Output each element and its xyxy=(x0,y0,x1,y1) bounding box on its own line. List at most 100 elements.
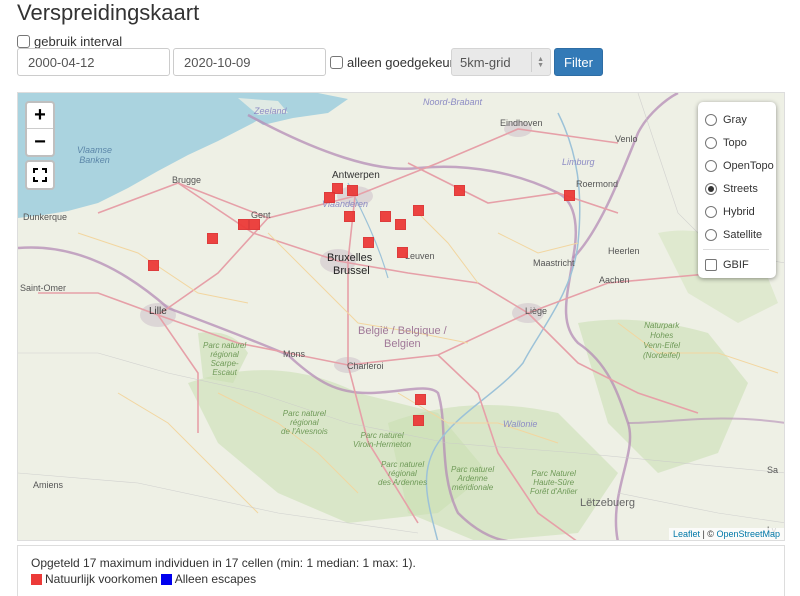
approved-toggle[interactable]: alleen goedgekeurd xyxy=(330,55,461,70)
map-label-aachen: Aachen xyxy=(599,275,630,285)
legend: Natuurlijk voorkomen Alleen escapes xyxy=(31,572,256,586)
layer-radio[interactable] xyxy=(705,228,717,241)
map-label-park-scarpe: Parc naturel régional Scarpe- Escaut xyxy=(203,341,247,377)
map-label-zeeland: Zeeland xyxy=(254,106,287,116)
layer-option-satellite[interactable]: Satellite xyxy=(705,223,776,246)
layer-label: Topo xyxy=(723,136,747,149)
distribution-cell[interactable] xyxy=(453,184,465,196)
distribution-cell[interactable] xyxy=(395,218,406,230)
zoom-control: + − xyxy=(25,101,55,157)
map-label-sa: Sa xyxy=(767,465,779,475)
map-label-antwerpen: Antwerpen xyxy=(332,170,380,181)
zoom-out-button[interactable]: − xyxy=(27,129,53,155)
distribution-cell[interactable] xyxy=(343,211,355,222)
distribution-cell[interactable] xyxy=(396,246,408,258)
layer-radio[interactable] xyxy=(705,136,717,149)
map-label-heerlen: Heerlen xyxy=(608,246,640,256)
map-label-park-ardennes: Parc naturel régional des Ardennes xyxy=(378,460,428,487)
distribution-cell[interactable] xyxy=(413,205,425,217)
overlay-label: GBIF xyxy=(723,258,749,271)
map-label-noord-brabant: Noord-Brabant xyxy=(423,97,483,107)
map-label-vlaamse-banken: Vlaamse Banken xyxy=(77,145,113,165)
legend-natural-label: Natuurlijk voorkomen xyxy=(45,572,158,586)
layer-radio[interactable] xyxy=(705,113,717,126)
grid-select-value: 5km-grid xyxy=(460,54,511,70)
map-label-dunkerque: Dunkerque xyxy=(23,212,68,222)
map-label-park-haute-sure: Parc Naturel Haute-Sûre Forêt d'Anlier xyxy=(530,469,578,496)
layer-label: Gray xyxy=(723,113,747,126)
legend-natural-swatch xyxy=(31,573,42,585)
select-separator xyxy=(531,52,532,72)
map-label-amiens: Amiens xyxy=(33,480,64,490)
legend-escapes-swatch xyxy=(160,573,172,585)
layer-option-hybrid[interactable]: Hybrid xyxy=(705,200,776,223)
attribution-separator: | © xyxy=(699,529,717,539)
map-label-roermond: Roermond xyxy=(576,179,619,189)
interval-checkbox[interactable] xyxy=(17,34,30,48)
page-title: Verspreidingskaart xyxy=(17,0,200,25)
distribution-cell[interactable] xyxy=(413,414,425,426)
date-from-input[interactable]: 2000-04-12 xyxy=(17,48,170,76)
map-label-park-viroin: Parc naturel Viroin-Hermeton xyxy=(353,431,412,449)
leaflet-link[interactable]: Leaflet xyxy=(673,529,700,539)
overlay-option-gbif[interactable]: GBIF xyxy=(705,253,776,276)
overlay-checkbox[interactable] xyxy=(705,258,717,271)
distribution-cell[interactable] xyxy=(238,218,250,230)
layer-option-opentopo[interactable]: OpenTopo xyxy=(705,154,776,177)
layer-label: OpenTopo xyxy=(723,159,774,172)
distribution-cell[interactable] xyxy=(346,184,358,196)
layer-label: Streets xyxy=(723,182,758,195)
zoom-in-button[interactable]: + xyxy=(27,103,53,129)
select-arrows-icon: ▲ ▼ xyxy=(537,56,544,69)
map-label-liege: Liège xyxy=(525,306,548,316)
map-label-saint-omer: Saint-Omer xyxy=(20,283,67,293)
layer-separator xyxy=(703,249,769,250)
distribution-cell[interactable] xyxy=(324,192,336,204)
layer-option-topo[interactable]: Topo xyxy=(705,131,776,154)
layer-option-gray[interactable]: Gray xyxy=(705,108,776,131)
map-label-bruxelles: Bruxelles xyxy=(327,252,373,264)
map[interactable]: Zeeland Noord-Brabant Vlaamse Banken Bru… xyxy=(17,92,785,541)
map-label-maastricht: Maastricht xyxy=(533,258,575,268)
osm-link[interactable]: OpenStreetMap xyxy=(716,529,780,539)
layer-label: Satellite xyxy=(723,228,763,241)
summary-text: Opgeteld 17 maximum individuen in 17 cel… xyxy=(31,556,416,570)
map-label-lille: Lille xyxy=(149,306,167,317)
legend-escapes-label: Alleen escapes xyxy=(174,572,257,586)
map-label-belgie: België / Belgique / Belgien xyxy=(358,325,447,350)
interval-label: gebruik interval xyxy=(34,33,123,49)
fullscreen-icon xyxy=(33,168,47,182)
map-label-limburg: Limburg xyxy=(562,157,595,167)
map-label-park-hohes-venn: Naturpark Hohes Venn-Eifel (Nordeifel) xyxy=(643,321,681,360)
layer-radio[interactable] xyxy=(705,159,717,172)
layer-radio[interactable] xyxy=(705,182,717,195)
map-label-wallonie: Wallonie xyxy=(503,419,538,429)
distribution-cell[interactable] xyxy=(379,211,391,222)
fullscreen-button[interactable] xyxy=(25,160,55,190)
map-label-mons: Mons xyxy=(283,349,306,359)
date-to-input[interactable]: 2020-10-09 xyxy=(173,48,326,76)
map-legend-panel: Opgeteld 17 maximum individuen in 17 cel… xyxy=(17,545,785,596)
approved-label: alleen goedgekeurd xyxy=(347,55,462,70)
layer-control: Gray Topo OpenTopo Streets Hybrid Satell… xyxy=(698,102,776,278)
map-label-park-ardenne-meridionale: Parc naturel Ardenne méridionale xyxy=(451,465,495,492)
layer-option-streets[interactable]: Streets xyxy=(705,177,776,200)
distribution-cell[interactable] xyxy=(414,394,426,406)
map-label-brussel: Brussel xyxy=(333,265,370,277)
distribution-cell[interactable] xyxy=(363,237,375,249)
layer-radio[interactable] xyxy=(705,205,717,218)
distribution-cell[interactable] xyxy=(148,259,159,271)
grid-select[interactable]: 5km-grid ▲ ▼ xyxy=(451,48,551,76)
map-attribution: Leaflet | © OpenStreetMap xyxy=(668,528,784,540)
map-label-brugge: Brugge xyxy=(172,175,202,185)
map-label-eindhoven: Eindhoven xyxy=(500,118,543,128)
map-label-leuven: Leuven xyxy=(405,251,435,261)
approved-checkbox[interactable] xyxy=(330,56,343,69)
layer-label: Hybrid xyxy=(723,205,755,218)
filter-button[interactable]: Filter xyxy=(554,48,603,76)
map-label-charleroi: Charleroi xyxy=(347,361,384,371)
distribution-cell[interactable] xyxy=(248,218,260,230)
map-label-venlo: Venlo xyxy=(615,134,638,144)
distribution-cell[interactable] xyxy=(206,233,218,245)
distribution-cell[interactable] xyxy=(563,190,575,202)
